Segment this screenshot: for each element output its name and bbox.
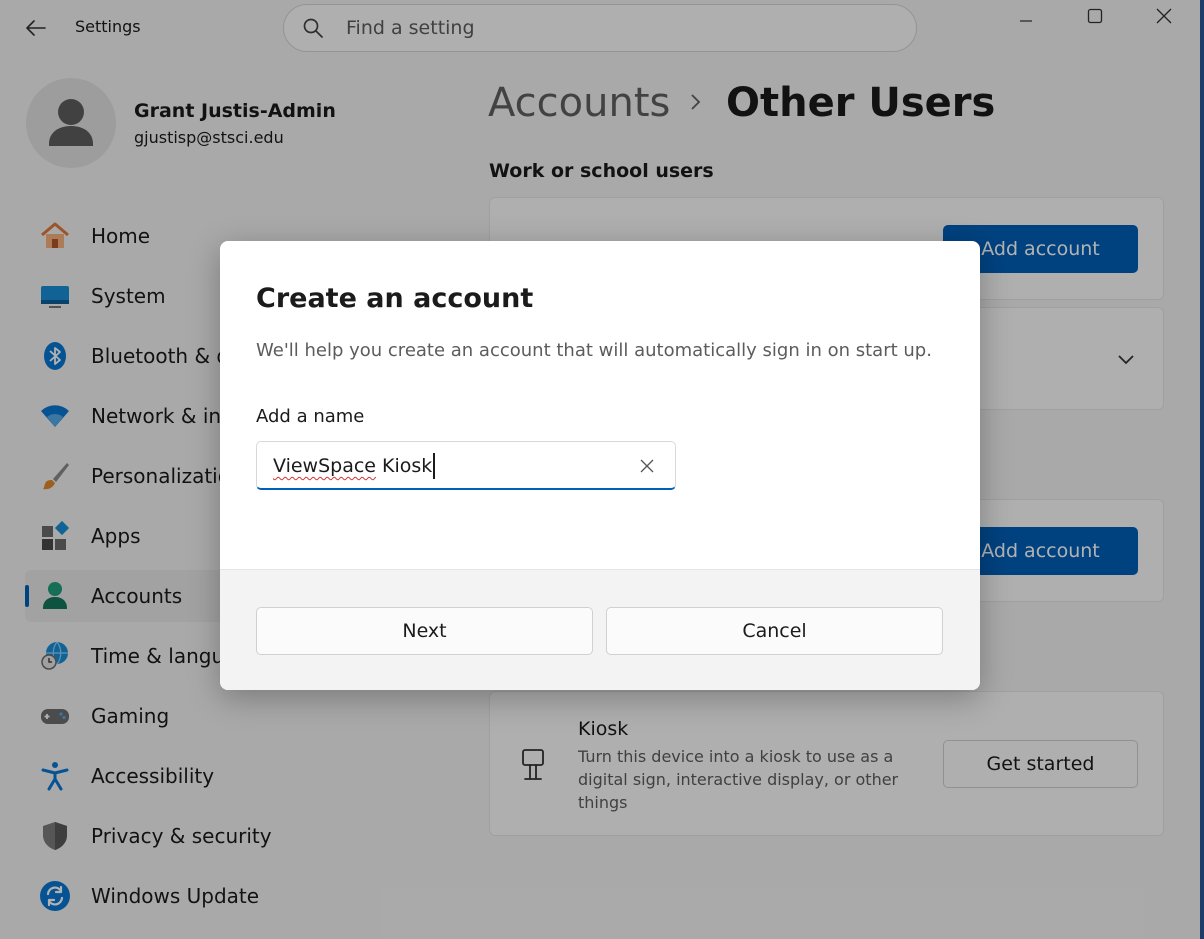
name-input-value-rest: Kiosk: [376, 455, 433, 477]
cancel-button[interactable]: Cancel: [606, 607, 943, 655]
clear-text-button[interactable]: [637, 456, 657, 476]
clear-icon: [640, 459, 654, 473]
dialog-title: Create an account: [256, 283, 534, 314]
misspelled-word: ViewSpace: [273, 455, 376, 477]
name-field-label: Add a name: [256, 406, 365, 427]
name-input-value: ViewSpace Kiosk: [273, 455, 432, 477]
dialog-description: We'll help you create an account that wi…: [256, 340, 932, 361]
text-caret: [433, 453, 435, 479]
next-button[interactable]: Next: [256, 607, 593, 655]
dialog-footer: Next Cancel: [220, 569, 980, 690]
name-input[interactable]: ViewSpace Kiosk: [256, 441, 676, 490]
create-account-dialog: Create an account We'll help you create …: [220, 241, 980, 690]
